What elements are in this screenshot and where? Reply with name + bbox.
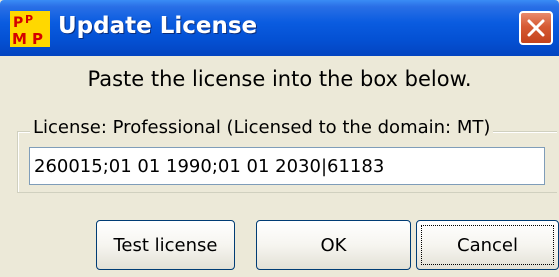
svg-text:P: P — [25, 13, 33, 26]
test-license-button[interactable]: Test license — [96, 220, 235, 270]
title-bar[interactable]: P P M P Update License — [0, 0, 559, 56]
svg-text:P: P — [13, 15, 23, 31]
instruction-text: Paste the license into the box below. — [87, 67, 472, 91]
cancel-button[interactable]: Cancel — [416, 220, 559, 270]
mpp-app-icon: P P M P — [10, 11, 50, 48]
update-license-dialog: P P M P Update License Paste the license… — [0, 0, 559, 277]
svg-text:P: P — [32, 30, 43, 47]
license-group-label: License: Professional (Licensed to the d… — [30, 117, 494, 138]
test-license-button-label: Test license — [113, 234, 218, 256]
ok-button[interactable]: OK — [256, 220, 411, 270]
focus-rectangle — [421, 225, 554, 265]
window-title: Update License — [58, 13, 258, 39]
close-button[interactable] — [519, 11, 553, 45]
close-icon — [527, 19, 545, 37]
license-input[interactable] — [29, 147, 545, 185]
svg-text:M: M — [12, 30, 27, 47]
ok-button-label: OK — [320, 234, 347, 256]
